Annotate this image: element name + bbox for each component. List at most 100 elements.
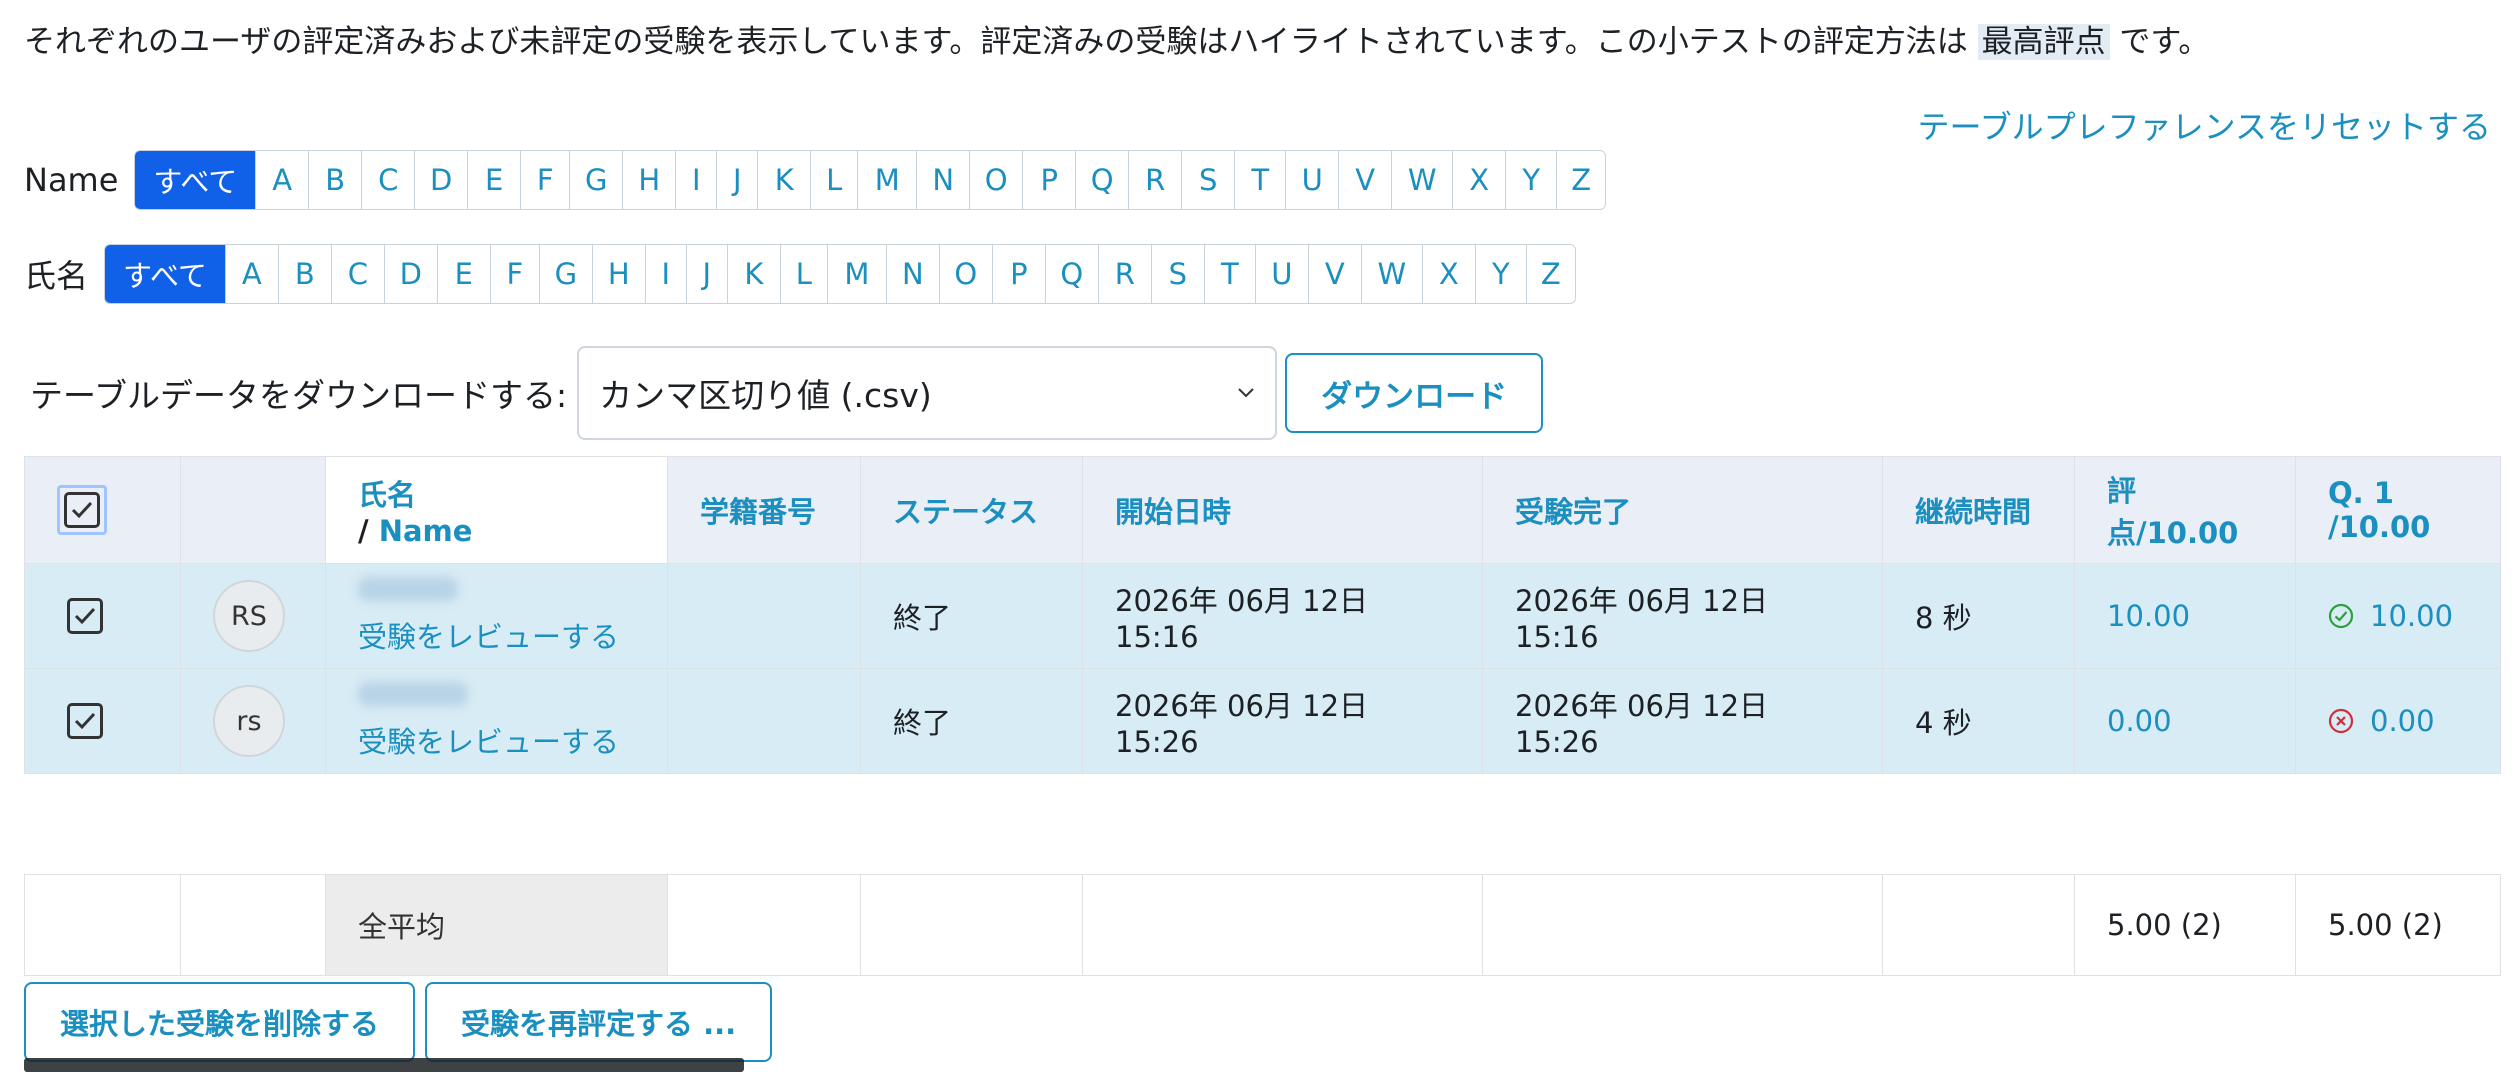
firstname-filter-y[interactable]: Y [1505,151,1556,209]
lastname-filter-o[interactable]: O [938,245,992,303]
avatar-cell: RS [180,563,326,669]
name-cell: 受験をレビューする [325,668,668,774]
lastname-filter-y[interactable]: Y [1474,245,1526,303]
q1-grade-link[interactable]: 10.00 [2370,599,2453,633]
download-button[interactable]: ダウンロード [1285,353,1544,433]
lastname-filter-h[interactable]: H [591,245,645,303]
lastname-filter-r[interactable]: R [1097,245,1151,303]
started-header[interactable]: 開始日時 [1082,456,1483,564]
lastname-filter-x[interactable]: X [1421,245,1475,303]
firstname-filter-z[interactable]: Z [1556,151,1605,209]
firstname-filter-t[interactable]: T [1234,151,1285,209]
q1-header[interactable]: Q. 1 /10.00 [2295,456,2501,564]
firstname-filter-h[interactable]: H [622,151,675,209]
firstname-filter-v[interactable]: V [1338,151,1391,209]
firstname-filter-g[interactable]: G [569,151,622,209]
regrade-attempts-button[interactable]: 受験を再評定する ... [425,982,773,1062]
attempt-actions: 選択した受験を削除する 受験を再評定する ... [24,982,773,1062]
row-checkbox[interactable] [67,598,103,634]
firstname-filter-j[interactable]: J [716,151,757,209]
lastname-sort-link[interactable]: 氏名 [358,472,635,514]
lastname-filter-i[interactable]: I [644,245,686,303]
firstname-filter-x[interactable]: X [1452,151,1505,209]
firstname-filter-s[interactable]: S [1181,151,1234,209]
grading-method: 最高評点 [1977,24,2110,60]
grade-link[interactable]: 0.00 [2107,704,2172,738]
lastname-filter-c[interactable]: C [330,245,384,303]
lastname-filter-g[interactable]: G [538,245,592,303]
firstname-filter-u[interactable]: U [1285,151,1338,209]
grade-header[interactable]: 評点/10.00 [2074,456,2296,564]
firstname-filter-d[interactable]: D [414,151,467,209]
lastname-filter-v[interactable]: V [1307,245,1361,303]
lastname-filter-k[interactable]: K [726,245,780,303]
avatar-cell: rs [180,668,326,774]
firstname-filter-m[interactable]: M [857,151,916,209]
firstname-sort-link[interactable]: Name [379,514,473,548]
lastname-filter-m[interactable]: M [826,245,886,303]
download-label: テーブルデータをダウンロードする: [30,376,568,415]
lastname-filter-b[interactable]: B [277,245,331,303]
finished-header[interactable]: 受験完了 [1482,456,1883,564]
reset-table-preferences-link[interactable]: テーブルプレファレンスをリセットする [1918,102,2491,148]
lastname-filter-w[interactable]: W [1360,245,1422,303]
grade-link[interactable]: 10.00 [2107,599,2190,633]
lastname-filter-d[interactable]: D [383,245,437,303]
firstname-filter-w[interactable]: W [1391,151,1452,209]
picture-header [180,456,326,564]
blurred-user-name[interactable] [358,681,468,706]
lastname-filter-e[interactable]: E [436,245,490,303]
firstname-filter-k[interactable]: K [757,151,810,209]
chevron-down-icon [1238,388,1254,398]
review-attempt-link[interactable]: 受験をレビューする [358,614,635,656]
firstname-filter-l[interactable]: L [810,151,857,209]
lastname-filter-l[interactable]: L [779,245,827,303]
duration-header[interactable]: 継続時間 [1882,456,2075,564]
lastname-initials-bar: すべて A B C D E F G H I J K L M N O P Q R S T U V W X Y Z [104,244,1576,304]
firstname-filter-r[interactable]: R [1128,151,1181,209]
firstname-filter-i[interactable]: I [675,151,716,209]
delete-selected-attempts-button[interactable]: 選択した受験を削除する [24,982,416,1062]
blurred-user-name[interactable] [358,576,458,601]
q1-grade-link[interactable]: 0.00 [2370,704,2435,738]
firstname-filter-o[interactable]: O [969,151,1022,209]
table-row: rs 受験をレビューする 終了 2026年 06月 12日 15:26 2026… [24,668,2501,774]
lastname-filter-n[interactable]: N [885,245,939,303]
idnumber-cell [667,668,861,774]
idnumber-header[interactable]: 学籍番号 [667,456,861,564]
firstname-filter-e[interactable]: E [467,151,520,209]
overall-average-row: 全平均 5.00 (2) 5.00 (2) [24,874,2501,976]
lastname-filter-z[interactable]: Z [1525,245,1575,303]
next-section-heading-cutoff [24,1058,744,1072]
firstname-filter-p[interactable]: P [1022,151,1075,209]
firstname-filter-q[interactable]: Q [1075,151,1128,209]
avatar[interactable]: rs [213,685,285,757]
firstname-filter-a[interactable]: A [255,151,308,209]
lastname-filter-t[interactable]: T [1203,245,1255,303]
firstname-filter-n[interactable]: N [916,151,969,209]
avatar[interactable]: RS [213,580,285,652]
table-row: RS 受験をレビューする 終了 2026年 06月 12日 15:16 2026… [24,563,2501,669]
check-icon [74,607,96,625]
lastname-filter-all[interactable]: すべて [105,245,225,303]
lastname-filter-j[interactable]: J [685,245,727,303]
row-checkbox[interactable] [67,703,103,739]
firstname-initials-bar: すべて A B C D E F G H I J K L M N O P Q R S T U V W X Y Z [134,150,1607,210]
lastname-filter-f[interactable]: F [489,245,539,303]
select-all-checkbox[interactable] [64,492,100,528]
firstname-filter-f[interactable]: F [520,151,569,209]
download-section: テーブルデータをダウンロードする: カンマ区切り値 (.csv) ダウンロード [30,346,1544,440]
lastname-filter-a[interactable]: A [224,245,278,303]
lastname-filter-q[interactable]: Q [1044,245,1098,303]
lastname-filter-s[interactable]: S [1150,245,1204,303]
review-attempt-link[interactable]: 受験をレビューする [358,719,635,761]
lastname-filter-p[interactable]: P [991,245,1045,303]
firstname-filter-all[interactable]: すべて [135,151,256,209]
row-select-cell [24,668,181,774]
status-header[interactable]: ステータス [860,456,1083,564]
name-header[interactable]: 氏名 / Name [325,456,668,564]
lastname-filter-u[interactable]: U [1254,245,1308,303]
firstname-filter-c[interactable]: C [361,151,414,209]
download-format-select[interactable]: カンマ区切り値 (.csv) [577,346,1278,440]
firstname-filter-b[interactable]: B [308,151,361,209]
